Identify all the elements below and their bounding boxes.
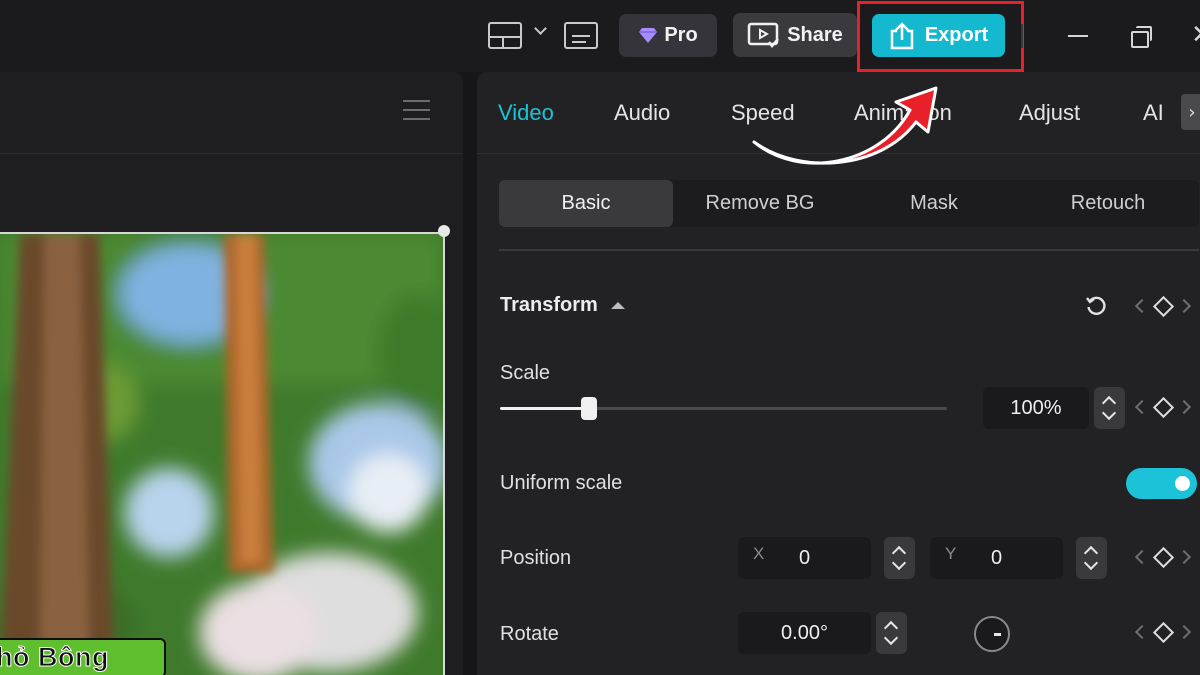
scale-stepper[interactable]: [1094, 387, 1125, 429]
keyframe-diamond-icon[interactable]: [1152, 295, 1175, 318]
subtab-retouch[interactable]: Retouch: [1021, 180, 1195, 227]
player-panel: hỏ Bông: [0, 72, 463, 675]
tab-ai[interactable]: AI: [1143, 100, 1164, 126]
uniform-scale-label: Uniform scale: [500, 472, 623, 494]
keyframe-diamond-icon[interactable]: [1152, 396, 1175, 419]
tab-audio[interactable]: Audio: [614, 100, 670, 126]
rotate-stepper[interactable]: [876, 612, 907, 654]
share-button[interactable]: Share: [733, 13, 857, 57]
prev-keyframe-icon[interactable]: [1134, 399, 1150, 415]
prev-keyframe-icon[interactable]: [1134, 298, 1150, 314]
caption-text[interactable]: hỏ Bông: [0, 642, 109, 673]
layout-icon[interactable]: [488, 22, 522, 49]
subtab-mask[interactable]: Mask: [847, 180, 1021, 227]
scale-label: Scale: [500, 362, 551, 384]
video-preview[interactable]: [0, 232, 445, 675]
x-axis-label: X: [753, 544, 765, 563]
position-x-value: 0: [798, 546, 811, 569]
position-x-field[interactable]: X 0: [738, 537, 871, 579]
share-label: Share: [787, 23, 843, 46]
rotate-dial[interactable]: [974, 616, 1010, 652]
tab-video[interactable]: Video: [498, 100, 554, 126]
subtab-bar: Basic Remove BG Mask Retouch: [499, 180, 1199, 227]
toggle-knob: [1175, 476, 1190, 491]
keyframe-diamond-icon[interactable]: [1152, 621, 1175, 644]
uniform-scale-toggle[interactable]: [1126, 468, 1197, 499]
restore-window-icon[interactable]: [1131, 26, 1152, 48]
pro-label: Pro: [664, 24, 698, 46]
top-toolbar: Pro Share Export ✕: [0, 0, 1200, 72]
rotate-label: Rotate: [500, 623, 559, 645]
y-axis-label: Y: [945, 544, 957, 563]
share-video-icon: [747, 22, 780, 48]
chevron-down-icon[interactable]: [534, 22, 547, 35]
next-keyframe-icon[interactable]: [1176, 624, 1192, 640]
keyframe-position[interactable]: [1133, 546, 1193, 569]
next-keyframe-icon[interactable]: [1176, 399, 1192, 415]
annotation-arrow-icon: [752, 86, 938, 165]
diamond-icon: [639, 28, 658, 43]
close-icon[interactable]: ✕: [1191, 20, 1200, 50]
keyframe-rotate[interactable]: [1133, 621, 1193, 644]
caption-icon[interactable]: [564, 22, 598, 49]
position-y-stepper[interactable]: [1076, 537, 1107, 579]
resize-handle[interactable]: [438, 225, 450, 237]
subtab-basic[interactable]: Basic: [499, 180, 673, 227]
chevron-right-icon[interactable]: ›: [1181, 94, 1200, 130]
transform-title[interactable]: Transform: [500, 294, 598, 317]
player-header: [0, 72, 463, 154]
keyframe-transform[interactable]: [1133, 295, 1193, 318]
export-highlight-box: [857, 1, 1024, 72]
scale-slider-thumb[interactable]: [581, 397, 597, 420]
preview-frame: [0, 234, 443, 675]
position-y-field[interactable]: Y 0: [930, 537, 1063, 579]
position-y-value: 0: [990, 546, 1003, 569]
pro-button[interactable]: Pro: [619, 14, 717, 57]
rotate-value-field[interactable]: 0.00°: [738, 612, 871, 654]
position-label: Position: [500, 547, 572, 569]
next-keyframe-icon[interactable]: [1176, 549, 1192, 565]
keyframe-diamond-icon[interactable]: [1152, 546, 1175, 569]
minimize-icon[interactable]: [1068, 35, 1088, 37]
position-x-stepper[interactable]: [884, 537, 915, 579]
section-divider: [499, 249, 1199, 251]
menu-icon[interactable]: [403, 100, 430, 122]
scale-value-field[interactable]: 100%: [983, 387, 1089, 429]
prev-keyframe-icon[interactable]: [1134, 549, 1150, 565]
scale-slider[interactable]: [500, 397, 947, 420]
reset-icon[interactable]: [1085, 295, 1107, 317]
prev-keyframe-icon[interactable]: [1134, 624, 1150, 640]
keyframe-scale[interactable]: [1133, 396, 1193, 419]
tab-adjust[interactable]: Adjust: [1019, 100, 1080, 126]
scale-slider-fill: [500, 407, 589, 410]
toolbar-divider: [1021, 24, 1023, 48]
next-keyframe-icon[interactable]: [1176, 298, 1192, 314]
subtab-remove-bg[interactable]: Remove BG: [673, 180, 847, 227]
collapse-arrow-icon[interactable]: [611, 302, 625, 309]
